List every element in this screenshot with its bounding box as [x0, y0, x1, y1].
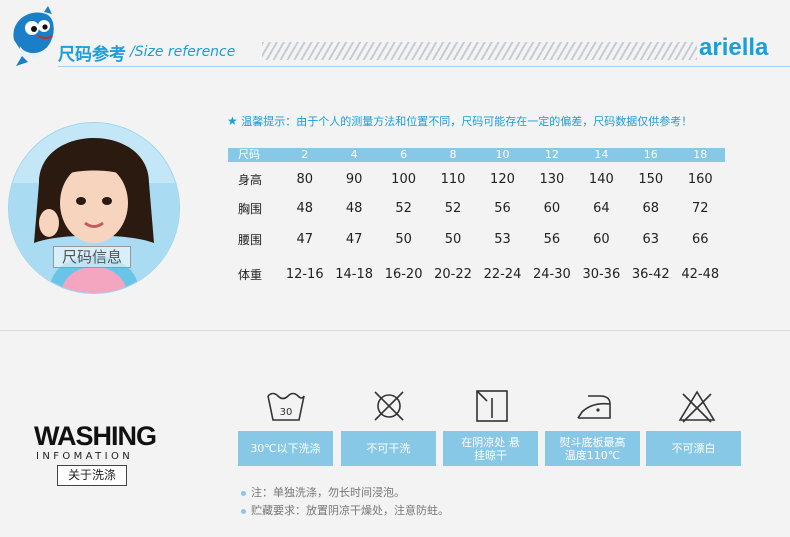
row-label: 身高	[238, 172, 263, 187]
table-header-cell: 10	[477, 148, 528, 162]
table-row: 腰围 47 47 50 50 53 56 60 63 66	[228, 220, 725, 258]
table-cell: 12-16	[285, 266, 324, 282]
storage-note-text: 贮藏要求：放置阴凉干燥处，注意防蛀。	[251, 504, 449, 517]
table-cell: 60	[543, 200, 561, 216]
table-cell: 66	[691, 231, 709, 247]
table-cell: 72	[691, 200, 709, 216]
table-header-cell: 8	[428, 148, 478, 162]
table-cell: 64	[593, 200, 610, 216]
table-cell: 63	[642, 231, 660, 247]
table-cell: 47	[296, 231, 313, 247]
decorative-stripes	[262, 42, 697, 60]
wash-note: 注：单独洗涤，勿长时间浸泡。	[241, 484, 405, 500]
table-cell: 56	[543, 231, 561, 247]
section-divider	[0, 330, 790, 331]
star-icon: ★	[227, 114, 238, 128]
table-cell: 16-20	[384, 266, 423, 282]
wash-30-icon: 30	[264, 388, 308, 424]
table-cell: 90	[345, 171, 363, 187]
about-washing-button[interactable]: 关于洗涤	[57, 465, 127, 486]
table-cell: 47	[345, 231, 363, 247]
hang-dry-label-text: 在阴凉处 悬挂晾干	[461, 435, 520, 462]
brand-logo: ariella	[699, 34, 769, 61]
row-label: 腰围	[238, 232, 263, 247]
washing-title: WASHING	[34, 421, 157, 451]
hang-dry-shade-icon	[470, 388, 514, 424]
table-cell: 20-22	[434, 266, 472, 282]
table-cell: 68	[642, 200, 660, 216]
table-cell: 120	[490, 171, 515, 187]
wash-note-text: 注：单独洗涤，勿长时间浸泡。	[251, 486, 405, 499]
row-label: 胸围	[238, 201, 263, 216]
hang-dry-label: 在阴凉处 悬挂晾干	[443, 431, 538, 466]
iron-low-icon	[572, 388, 616, 424]
table-cell: 14-18	[335, 266, 374, 282]
iron-label: 熨斗底板最高 温度110℃	[545, 431, 640, 466]
table-cell: 100	[391, 171, 416, 187]
table-cell: 50	[444, 231, 462, 247]
header-divider	[58, 66, 790, 67]
size-tip-text: 温馨提示：由于个人的测量方法和位置不同，尺码可能存在一定的偏差，尺码数据仅供参考…	[241, 115, 693, 128]
bullet-dot	[241, 490, 246, 496]
table-header-cell: 6	[378, 148, 429, 162]
table-header-row: 尺码 2 4 6 8 10 12 14 16 18	[228, 148, 725, 162]
table-row: 胸围 48 48 52 52 56 60 64 68 72	[228, 196, 725, 220]
wash-temp-number: 30	[280, 407, 293, 418]
size-table: 尺码 2 4 6 8 10 12 14 16 18 身高 80 90 100 1…	[228, 148, 725, 290]
table-cell: 22-24	[483, 266, 522, 282]
page-subtitle: /Size reference	[130, 44, 236, 60]
table-cell: 130	[539, 171, 565, 187]
table-cell: 50	[395, 231, 412, 247]
table-cell: 36-42	[631, 266, 670, 282]
table-row: 身高 80 90 100 110 120 130 140 150 160	[228, 162, 725, 196]
table-header-cell: 2	[280, 148, 330, 162]
table-cell: 56	[494, 200, 511, 216]
table-header-cell: 18	[675, 148, 725, 162]
table-row: 体重 12-16 14-18 16-20 20-22 22-24 24-30 3…	[228, 258, 725, 290]
dolphin-mascot-icon	[8, 6, 58, 68]
no-bleach-icon	[675, 388, 719, 424]
no-dry-clean-icon	[367, 388, 411, 424]
model-photo	[8, 122, 180, 294]
table-cell: 48	[345, 200, 363, 216]
table-cell: 80	[296, 171, 313, 187]
table-header-cell: 4	[329, 148, 379, 162]
table-cell: 24-30	[533, 266, 571, 282]
table-cell: 150	[638, 171, 664, 187]
table-cell: 52	[395, 200, 412, 216]
table-header-cell: 12	[527, 148, 577, 162]
table-cell: 48	[296, 200, 313, 216]
no-bleach-label: 不可漂白	[646, 431, 741, 466]
table-cell: 140	[588, 171, 614, 187]
table-cell: 60	[593, 231, 610, 247]
row-label: 体重	[238, 267, 263, 282]
storage-note: 贮藏要求：放置阴凉干燥处，注意防蛀。	[241, 502, 449, 518]
bullet-dot	[241, 508, 246, 514]
table-header-cell: 14	[576, 148, 627, 162]
table-cell: 52	[444, 200, 462, 216]
wash-30-label: 30℃以下洗涤	[238, 431, 333, 466]
table-cell: 42-48	[681, 266, 720, 282]
photo-caption: 尺码信息	[53, 246, 131, 268]
table-cell: 160	[687, 171, 713, 187]
page-title: 尺码参考	[58, 45, 126, 65]
table-cell: 30-36	[582, 266, 621, 282]
no-dry-clean-label: 不可干洗	[341, 431, 436, 466]
washing-subtitle: INFOMATION	[36, 451, 134, 462]
size-tip: ★ 温馨提示：由于个人的测量方法和位置不同，尺码可能存在一定的偏差，尺码数据仅供…	[227, 113, 692, 129]
table-cell: 110	[440, 171, 466, 187]
table-header-cell: 16	[626, 148, 676, 162]
table-header-cell: 尺码	[228, 148, 280, 162]
table-cell: 53	[494, 231, 511, 247]
iron-label-text: 熨斗底板最高 温度110℃	[559, 435, 626, 462]
